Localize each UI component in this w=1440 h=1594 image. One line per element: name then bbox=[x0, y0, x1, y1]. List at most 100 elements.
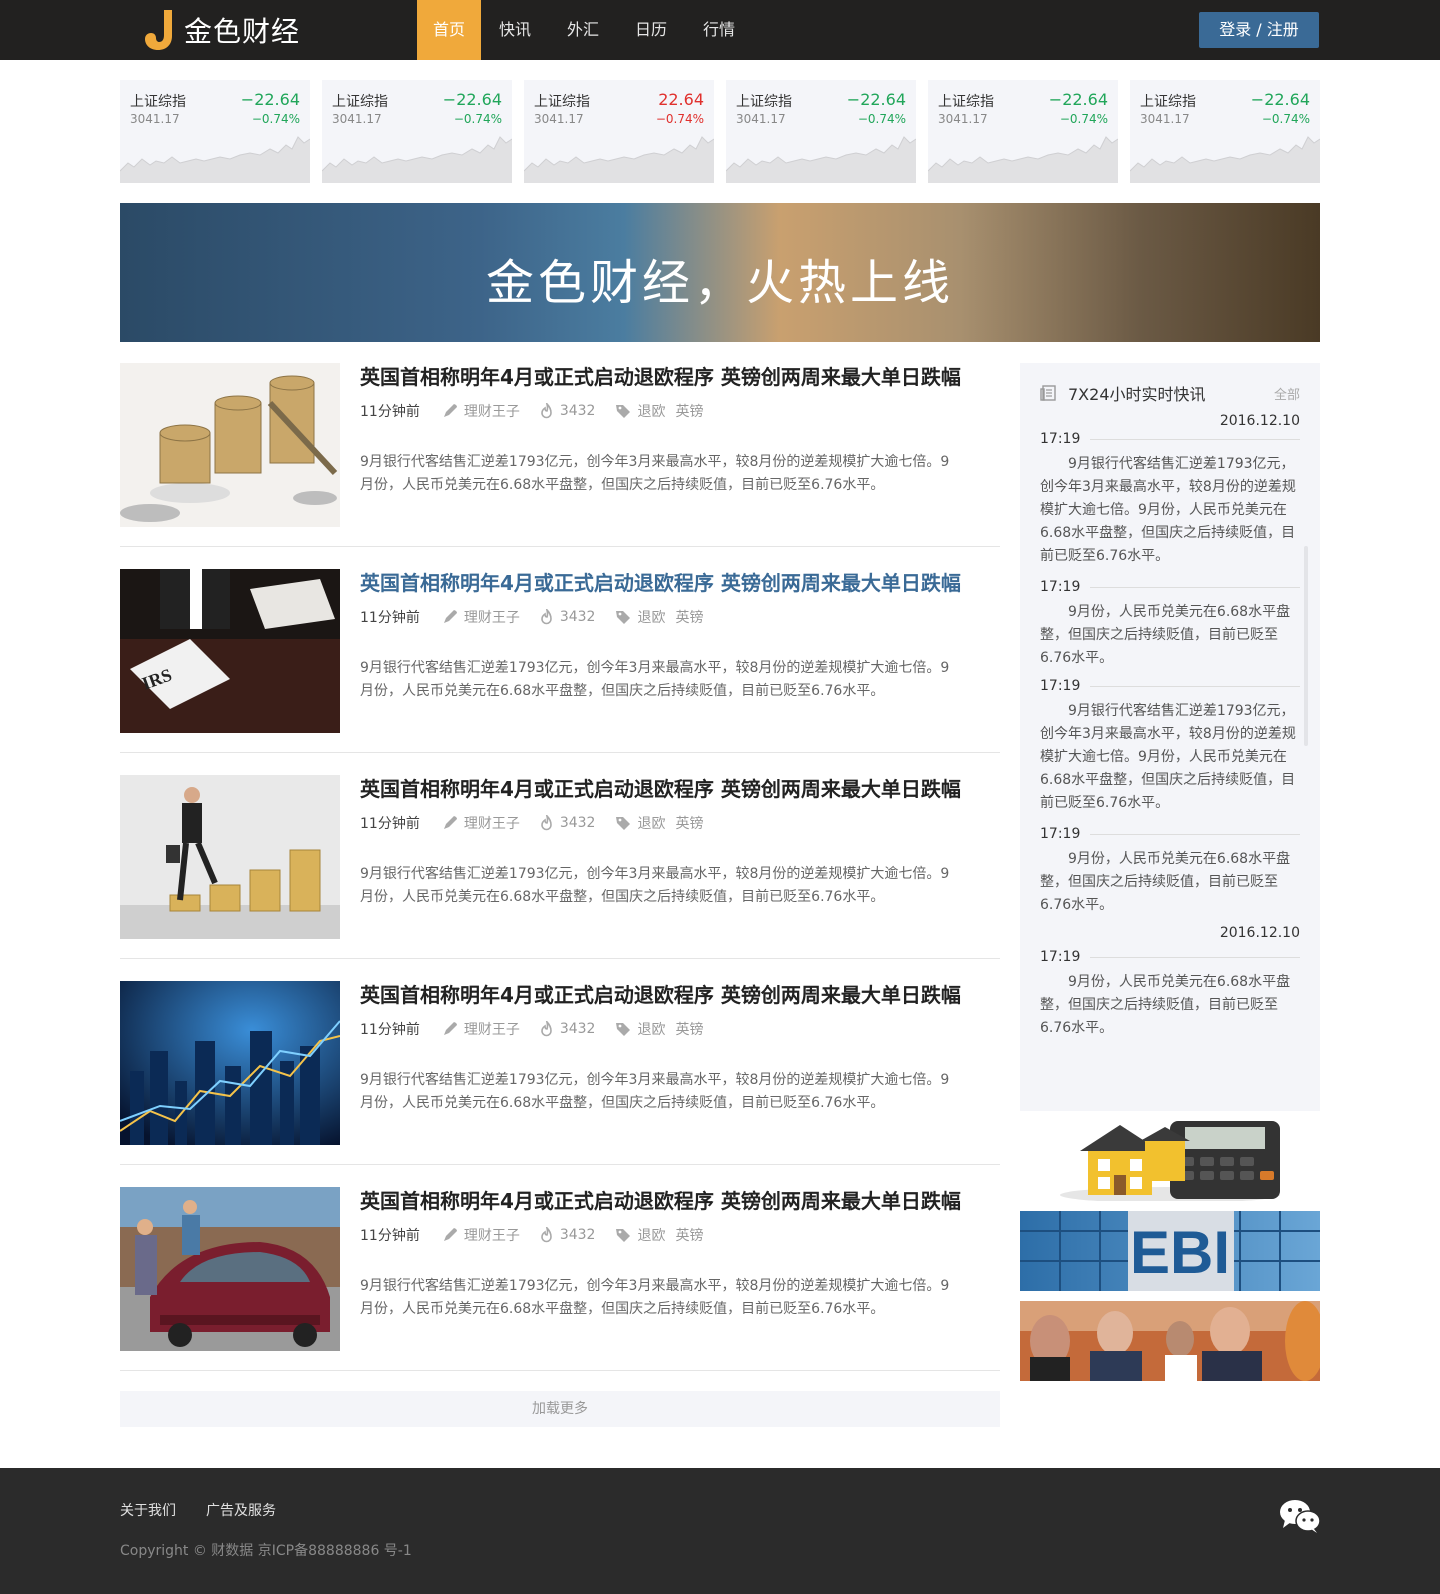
sidebar-header: 7X24小时实时快讯 全部 bbox=[1040, 381, 1300, 405]
ad-house-calculator[interactable] bbox=[1020, 1121, 1320, 1201]
flash-news-item[interactable]: 17:19 9月份，人民币兑美元在6.68水平盘整，但国庆之后持续贬值，目前已贬至… bbox=[1040, 826, 1300, 917]
footer-links: 关于我们 广告及服务 bbox=[120, 1500, 306, 1520]
article-time: 11分钟前 bbox=[360, 610, 420, 626]
article-tag[interactable]: 英镑 bbox=[675, 1225, 703, 1245]
article-tag[interactable]: 英镑 bbox=[675, 813, 703, 833]
sidebar-scrollbar[interactable] bbox=[1304, 546, 1308, 746]
article-title[interactable]: 英国首相称明年4月或正式启动退欧程序 英镑创两周来最大单日跌幅 bbox=[360, 775, 1000, 803]
flash-news-item[interactable]: 17:19 9月银行代客结售汇逆差1793亿元，创今年3月来最高水平，较8月份的逆… bbox=[1040, 678, 1300, 815]
ticker-name: 上证综指 bbox=[736, 94, 792, 110]
article-author-name: 理财王子 bbox=[463, 610, 520, 626]
article-meta: 11分钟前 理财王子 3432 退欧 英镑 bbox=[360, 1226, 723, 1244]
divider bbox=[1090, 956, 1300, 958]
nav-forex[interactable]: 外汇 bbox=[549, 0, 617, 60]
ticker-card[interactable]: 上证综指 3041.17 −22.64 −0.74% bbox=[726, 80, 916, 183]
ad-ebi-label: EBI bbox=[1130, 1219, 1230, 1286]
article-views-count: 3432 bbox=[559, 1227, 596, 1243]
flash-time-label: 17:19 bbox=[1040, 579, 1081, 595]
ticker-value: 3041.17 bbox=[1140, 112, 1190, 126]
footer-link-ads[interactable]: 广告及服务 bbox=[206, 1500, 276, 1520]
load-more-button[interactable]: 加载更多 bbox=[120, 1391, 1000, 1427]
author-pen-icon bbox=[443, 610, 457, 623]
article-summary: 9月银行代客结售汇逆差1793亿元，创今年3月来最高水平，较8月份的逆差规模扩大… bbox=[360, 454, 950, 493]
article-title[interactable]: 英国首相称明年4月或正式启动退欧程序 英镑创两周来最大单日跌幅 bbox=[360, 363, 1000, 391]
flash-news-text: 9月份，人民币兑美元在6.68水平盘整，但国庆之后持续贬值，目前已贬至6.76水… bbox=[1040, 851, 1291, 913]
flash-news-item[interactable]: 17:19 9月银行代客结售汇逆差1793亿元，创今年3月来最高水平，较8月份的逆… bbox=[1040, 431, 1300, 568]
article-tag[interactable]: 退欧 bbox=[637, 813, 665, 833]
flash-time-label: 17:19 bbox=[1040, 826, 1081, 842]
article-tag[interactable]: 退欧 bbox=[637, 1019, 665, 1039]
flash-news-time: 17:19 bbox=[1040, 579, 1300, 595]
ad-ebi-building[interactable]: EBI bbox=[1020, 1211, 1320, 1291]
site-logo[interactable]: 金色财经 bbox=[140, 8, 300, 52]
article-title[interactable]: 英国首相称明年4月或正式启动退欧程序 英镑创两周来最大单日跌幅 bbox=[360, 1187, 1000, 1215]
flash-news-time: 17:19 bbox=[1040, 826, 1300, 842]
article-views-count: 3432 bbox=[559, 609, 596, 625]
sidebar-all-link[interactable]: 全部 bbox=[1274, 384, 1300, 403]
article-author[interactable]: 理财王子 bbox=[442, 607, 520, 627]
login-register-button[interactable]: 登录 / 注册 bbox=[1199, 12, 1319, 48]
site-footer: 关于我们 广告及服务 Copyright © 财数据 京ICP备88888886… bbox=[0, 1468, 1440, 1594]
article-list: 英国首相称明年4月或正式启动退欧程序 英镑创两周来最大单日跌幅 11分钟前 理财王子… bbox=[120, 363, 1000, 1371]
divider bbox=[1090, 685, 1300, 687]
ticker-sparkline bbox=[322, 136, 512, 183]
article-item: 英国首相称明年4月或正式启动退欧程序 英镑创两周来最大单日跌幅 11分钟前 理财王子… bbox=[120, 753, 1000, 959]
views-fire-icon bbox=[541, 1227, 552, 1243]
article-thumbnail[interactable]: IRS bbox=[120, 569, 340, 733]
tag-icon bbox=[616, 611, 631, 624]
ticker-card[interactable]: 上证综指 3041.17 22.64 −0.74% bbox=[524, 80, 714, 183]
article-thumbnail[interactable] bbox=[120, 363, 340, 527]
article-author-name: 理财王子 bbox=[463, 1022, 520, 1038]
article-tags: 退欧 英镑 bbox=[615, 401, 703, 421]
article-tag[interactable]: 英镑 bbox=[675, 401, 703, 421]
article-tag[interactable]: 英镑 bbox=[675, 607, 703, 627]
promo-banner[interactable]: 金色财经，火热上线 bbox=[120, 203, 1320, 342]
nav-home[interactable]: 首页 bbox=[417, 0, 481, 60]
people-meeting-image bbox=[1020, 1301, 1320, 1381]
top-header: 金色财经 首页 快讯 外汇 日历 行情 登录 / 注册 bbox=[0, 0, 1440, 60]
tag-icon bbox=[616, 405, 631, 418]
article-title[interactable]: 英国首相称明年4月或正式启动退欧程序 英镑创两周来最大单日跌幅 bbox=[360, 569, 1000, 597]
article-tag[interactable]: 退欧 bbox=[637, 607, 665, 627]
ticker-change: −22.64 bbox=[1250, 90, 1310, 109]
ticker-card[interactable]: 上证综指 3041.17 −22.64 −0.74% bbox=[120, 80, 310, 183]
flash-news-text: 9月份，人民币兑美元在6.68水平盘整，但国庆之后持续贬值，目前已贬至6.76水… bbox=[1040, 974, 1291, 1036]
ticker-card[interactable]: 上证综指 3041.17 −22.64 −0.74% bbox=[1130, 80, 1320, 183]
wechat-icon[interactable] bbox=[1279, 1498, 1321, 1534]
ticker-card[interactable]: 上证综指 3041.17 −22.64 −0.74% bbox=[928, 80, 1118, 183]
ticker-percent: −0.74% bbox=[453, 112, 502, 126]
article-author[interactable]: 理财王子 bbox=[442, 813, 520, 833]
nav-market[interactable]: 行情 bbox=[685, 0, 753, 60]
flash-news-item[interactable]: 17:19 9月份，人民币兑美元在6.68水平盘整，但国庆之后持续贬值，目前已贬至… bbox=[1040, 949, 1300, 1040]
ticker-card[interactable]: 上证综指 3041.17 −22.64 −0.74% bbox=[322, 80, 512, 183]
sidebar-date: 2016.12.10 bbox=[1219, 413, 1300, 429]
ticker-percent: −0.74% bbox=[1059, 112, 1108, 126]
article-author[interactable]: 理财王子 bbox=[442, 1019, 520, 1039]
article-meta: 11分钟前 理财王子 3432 退欧 英镑 bbox=[360, 814, 723, 832]
house-calculator-image bbox=[1020, 1121, 1320, 1201]
footer-link-about[interactable]: 关于我们 bbox=[120, 1500, 176, 1520]
article-author[interactable]: 理财王子 bbox=[442, 1225, 520, 1245]
article-thumbnail[interactable] bbox=[120, 1187, 340, 1351]
article-time: 11分钟前 bbox=[360, 816, 420, 832]
ticker-change: −22.64 bbox=[442, 90, 502, 109]
article-views-count: 3432 bbox=[559, 403, 596, 419]
article-tag[interactable]: 退欧 bbox=[637, 401, 665, 421]
ticker-percent: −0.74% bbox=[251, 112, 300, 126]
article-thumbnail[interactable] bbox=[120, 981, 340, 1145]
article-tag[interactable]: 退欧 bbox=[637, 1225, 665, 1245]
article-title[interactable]: 英国首相称明年4月或正式启动退欧程序 英镑创两周来最大单日跌幅 bbox=[360, 981, 1000, 1009]
ticker-change: −22.64 bbox=[240, 90, 300, 109]
live-news-sidebar: 7X24小时实时快讯 全部 2016.12.10 2016.12.10 17:1… bbox=[1020, 363, 1320, 1111]
ad-people-meeting[interactable] bbox=[1020, 1301, 1320, 1381]
article-thumbnail[interactable] bbox=[120, 775, 340, 939]
article-tag[interactable]: 英镑 bbox=[675, 1019, 703, 1039]
article-author[interactable]: 理财王子 bbox=[442, 401, 520, 421]
nav-calendar[interactable]: 日历 bbox=[617, 0, 685, 60]
article-views: 3432 bbox=[540, 1021, 595, 1037]
ticker-percent: −0.74% bbox=[857, 112, 906, 126]
nav-flash[interactable]: 快讯 bbox=[481, 0, 549, 60]
flash-news-item[interactable]: 17:19 9月份，人民币兑美元在6.68水平盘整，但国庆之后持续贬值，目前已贬至… bbox=[1040, 579, 1300, 670]
article-summary: 9月银行代客结售汇逆差1793亿元，创今年3月来最高水平，较8月份的逆差规模扩大… bbox=[360, 660, 950, 699]
main-nav: 首页 快讯 外汇 日历 行情 bbox=[417, 0, 753, 60]
